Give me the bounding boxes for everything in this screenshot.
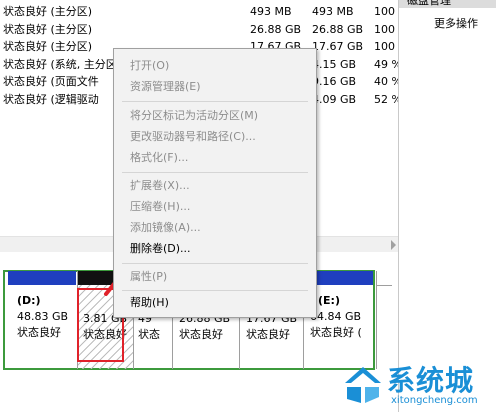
partition-name: (E:) [318, 294, 340, 307]
volume-status: 状态良好 (页面文件 [3, 75, 99, 88]
volume-free: 4.15 GB [312, 58, 357, 71]
volume-free: 9.16 GB [312, 75, 357, 88]
menu-separator [122, 101, 308, 102]
menu-item-change-drive-letter[interactable]: 更改驱动器号和路径(C)... [130, 127, 256, 147]
menu-separator [122, 263, 308, 264]
volume-status: 状态良好 (系统, 主分区 [3, 58, 117, 71]
watermark-logo-icon [345, 367, 381, 403]
scroll-right-icon[interactable] [391, 240, 396, 250]
partition-status: 状态良好 [179, 328, 223, 341]
menu-item-mark-active[interactable]: 将分区标记为活动分区(M) [130, 106, 258, 126]
menu-item-help[interactable]: 帮助(H) [130, 293, 169, 313]
volume-free-pct: 100 [374, 23, 395, 36]
menu-item-explorer[interactable]: 资源管理器(E) [130, 77, 201, 97]
partition-status: 状态良好 [246, 328, 290, 341]
menu-item-format[interactable]: 格式化(F)... [130, 148, 188, 168]
context-menu: 打开(O) 资源管理器(E) 将分区标记为活动分区(M) 更改驱动器号和路径(C… [113, 48, 317, 318]
partition-status: 状态良好 ( [310, 326, 362, 339]
menu-item-shrink-volume[interactable]: 压缩卷(H)... [130, 197, 190, 217]
volume-status: 状态良好 (主分区) [3, 5, 93, 18]
partition-bar [377, 271, 392, 286]
more-actions-link[interactable]: 更多操作 [434, 15, 478, 31]
watermark-url: xitongcheng.com [391, 395, 478, 406]
menu-item-delete-volume[interactable]: 删除卷(D)... [130, 239, 191, 259]
partition-status: 状态良好 [17, 326, 61, 339]
partition-bar [8, 271, 76, 285]
volume-row[interactable]: 状态良好 (主分区) 493 MB 493 MB 100 [0, 3, 398, 21]
menu-item-extend-volume[interactable]: 扩展卷(X)... [130, 176, 190, 196]
menu-item-properties[interactable]: 属性(P) [130, 267, 167, 287]
menu-separator [122, 172, 308, 173]
volume-capacity: 26.88 GB [250, 23, 302, 36]
partition-d[interactable]: (D:) 48.83 GB 状态良好 [8, 271, 76, 369]
volume-free: 17.67 GB [312, 40, 364, 53]
watermark-brand: 系统城 [387, 364, 475, 397]
partition-size: 48.83 GB [17, 310, 69, 323]
volume-status: 状态良好 (主分区) [3, 40, 93, 53]
volume-capacity: 493 MB [250, 5, 292, 18]
partition-status: 状态 [138, 328, 160, 341]
volume-row[interactable]: 状态良好 (主分区) 26.88 GB 26.88 GB 100 [0, 21, 398, 39]
partition-size: 64.84 GB [310, 310, 362, 323]
volume-free-pct: 100 [374, 5, 395, 18]
volume-free-pct: 100 [374, 40, 395, 53]
menu-item-add-mirror[interactable]: 添加镜像(A)... [130, 218, 201, 238]
volume-status: 状态良好 (主分区) [3, 23, 93, 36]
partition-edge [376, 271, 392, 369]
watermark: 系统城 xitongcheng.com [335, 357, 495, 412]
partition-name: (D:) [17, 294, 41, 307]
actions-pane: 磁盘管理 更多操作 [398, 0, 496, 412]
actions-header: 磁盘管理 [399, 0, 496, 8]
volume-free: 4.09 GB [312, 93, 357, 106]
volume-status: 状态良好 (逻辑驱动 [3, 93, 99, 106]
menu-item-open[interactable]: 打开(O) [130, 56, 169, 76]
volume-free: 493 MB [312, 5, 354, 18]
menu-separator [122, 290, 308, 291]
volume-free: 26.88 GB [312, 23, 364, 36]
